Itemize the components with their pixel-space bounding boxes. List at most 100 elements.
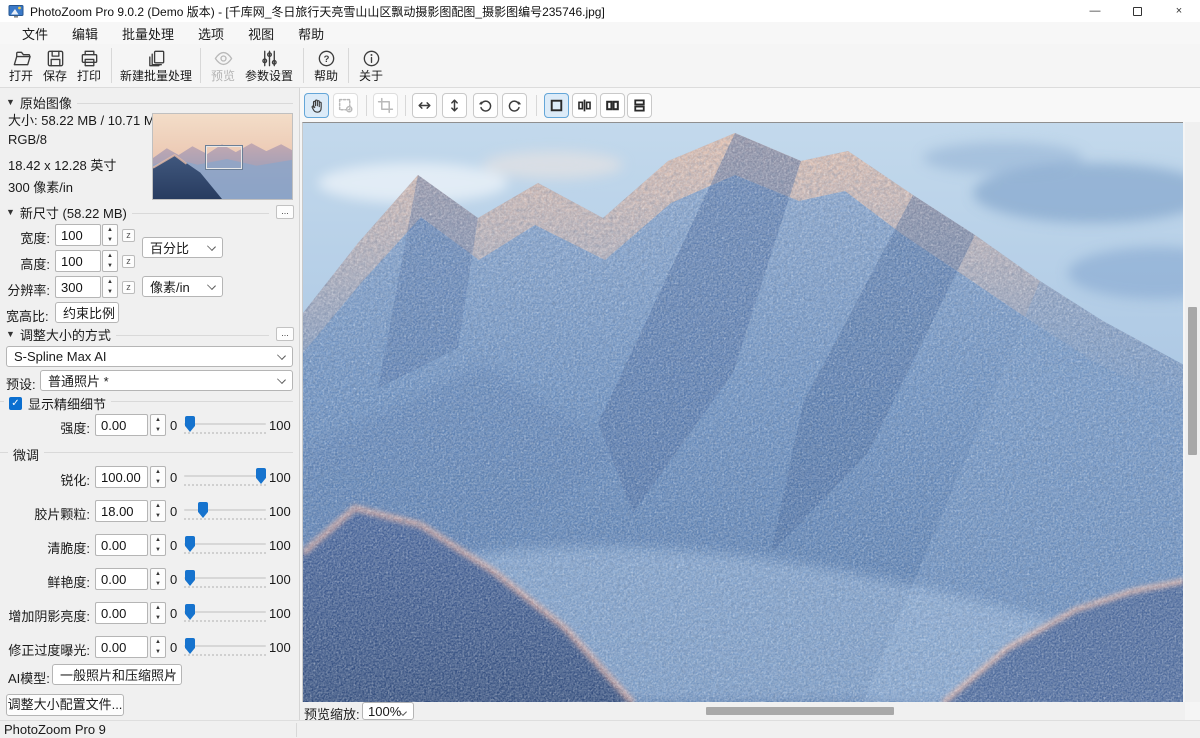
vividness-spinner[interactable]: ▲▼ — [150, 568, 166, 590]
settings-button[interactable]: 参数设置 — [240, 44, 298, 87]
print-button[interactable]: 打印 — [72, 44, 106, 87]
strength-input[interactable] — [95, 414, 148, 436]
overexposure-slider[interactable] — [184, 636, 266, 658]
sharpness-slider[interactable] — [184, 466, 266, 488]
menu-options[interactable]: 选项 — [186, 22, 236, 45]
menu-view[interactable]: 视图 — [236, 22, 286, 45]
new-batch-button[interactable]: 新建批量处理 — [117, 44, 195, 87]
statusbar: PhotoZoom Pro 9 — [0, 720, 1200, 738]
crispness-slider[interactable] — [184, 534, 266, 556]
height-spinner[interactable]: ▲▼ — [102, 250, 118, 272]
original-size: 大小: 58.22 MB / 10.71 MB — [8, 110, 163, 129]
slider-thumb[interactable] — [185, 638, 195, 654]
rotate-cw-button[interactable] — [502, 93, 527, 118]
ai-model-select[interactable]: 一般照片和压缩照片 — [52, 664, 182, 685]
rotate-ccw-button[interactable] — [473, 93, 498, 118]
height-reset-button[interactable]: z — [122, 255, 135, 268]
original-section-header[interactable]: ▼ 原始图像 — [6, 94, 293, 110]
crispness-spinner[interactable]: ▲▼ — [150, 534, 166, 556]
help-button[interactable]: ? 帮助 — [309, 44, 343, 87]
width-input[interactable] — [55, 224, 101, 246]
film-grain-slider[interactable] — [184, 500, 266, 522]
overexposure-row: 修正过度曝光: ▲▼ 0 100 — [0, 636, 300, 658]
sliders-icon — [259, 48, 280, 69]
flip-horizontal-icon — [416, 97, 433, 114]
flip-vertical-button[interactable] — [442, 93, 467, 118]
toolbar-separator — [200, 48, 201, 83]
vividness-slider[interactable] — [184, 568, 266, 590]
maximize-button[interactable] — [1116, 0, 1158, 22]
new-size-more-button[interactable]: ... — [276, 205, 294, 219]
shadow-brightness-input[interactable] — [95, 602, 148, 624]
film-grain-spinner[interactable]: ▲▼ — [150, 500, 166, 522]
slider-thumb[interactable] — [185, 570, 195, 586]
menu-help[interactable]: 帮助 — [286, 22, 336, 45]
strength-label: 强度: — [0, 418, 90, 437]
menu-batch[interactable]: 批量处理 — [110, 22, 186, 45]
sharpness-spinner[interactable]: ▲▼ — [150, 466, 166, 488]
crispness-input[interactable] — [95, 534, 148, 556]
minimize-button[interactable]: — — [1074, 0, 1116, 22]
resolution-spinner[interactable]: ▲▼ — [102, 276, 118, 298]
film-grain-row: 胶片颗粒: ▲▼ 0 100 — [0, 500, 300, 522]
slider-thumb[interactable] — [198, 502, 208, 518]
sharpness-input[interactable] — [95, 466, 148, 488]
view-stacked-button[interactable] — [627, 93, 652, 118]
slider-thumb[interactable] — [185, 416, 195, 432]
shadow-brightness-slider[interactable] — [184, 602, 266, 624]
film-grain-input[interactable] — [95, 500, 148, 522]
view-split-button[interactable] — [572, 93, 597, 118]
rotate-ccw-icon — [477, 97, 494, 114]
preview-button: 预览 — [206, 44, 240, 87]
slider-thumb[interactable] — [185, 604, 195, 620]
size-unit-select[interactable]: 百分比 — [142, 237, 223, 258]
view-side-by-side-button[interactable] — [600, 93, 625, 118]
slider-thumb[interactable] — [185, 536, 195, 552]
preset-select[interactable]: 普通照片 * — [40, 370, 293, 391]
method-section-header[interactable]: ▼ 调整大小的方式 — [6, 326, 269, 342]
resolution-unit-select[interactable]: 像素/in — [142, 276, 223, 297]
slider-thumb[interactable] — [256, 468, 266, 484]
method-more-button[interactable]: ... — [276, 327, 294, 341]
preview-zoom-select[interactable]: 100% — [362, 702, 414, 720]
view-single-button[interactable] — [544, 93, 569, 118]
preview-image[interactable] — [302, 122, 1183, 702]
preview-toolbar — [300, 88, 1200, 122]
svg-text:?: ? — [323, 54, 329, 65]
crispness-row: 清脆度: ▲▼ 0 100 — [0, 534, 300, 556]
overexposure-spinner[interactable]: ▲▼ — [150, 636, 166, 658]
aspect-select[interactable]: 约束比例 — [55, 302, 119, 323]
flip-horizontal-button[interactable] — [412, 93, 437, 118]
vividness-input[interactable] — [95, 568, 148, 590]
resolution-reset-button[interactable]: z — [122, 281, 135, 294]
open-folder-icon — [11, 48, 32, 69]
preset-label: 预设: — [6, 374, 36, 393]
preview-bottom-bar: 预览缩放: 100% — [300, 702, 1185, 720]
new-size-section-header[interactable]: ▼ 新尺寸 (58.22 MB) — [6, 204, 269, 220]
shadow-brightness-spinner[interactable]: ▲▼ — [150, 602, 166, 624]
save-button[interactable]: 保存 — [38, 44, 72, 87]
collapse-triangle-icon: ▼ — [6, 207, 15, 217]
vertical-scrollbar[interactable] — [1185, 122, 1200, 702]
resolution-input[interactable] — [55, 276, 101, 298]
menu-file[interactable]: 文件 — [10, 22, 60, 45]
fine-detail-checkbox[interactable]: ✓ — [9, 397, 22, 410]
menubar: 文件 编辑 批量处理 选项 视图 帮助 — [0, 22, 1200, 44]
overexposure-input[interactable] — [95, 636, 148, 658]
about-button[interactable]: 关于 — [354, 44, 388, 87]
hand-tool-button[interactable] — [304, 93, 329, 118]
algorithm-select[interactable]: S-Spline Max AI — [6, 346, 293, 367]
strength-spinner[interactable]: ▲▼ — [150, 414, 166, 436]
height-input[interactable] — [55, 250, 101, 272]
resize-profiles-button[interactable]: 调整大小配置文件... — [6, 694, 124, 716]
menu-edit[interactable]: 编辑 — [60, 22, 110, 45]
strength-slider[interactable] — [184, 414, 266, 436]
horizontal-scrollbar-thumb[interactable] — [706, 707, 894, 715]
vertical-scrollbar-thumb[interactable] — [1188, 307, 1197, 455]
navigator-thumbnail[interactable] — [152, 113, 293, 200]
width-reset-button[interactable]: z — [122, 229, 135, 242]
close-button[interactable]: × — [1158, 0, 1200, 22]
width-spinner[interactable]: ▲▼ — [102, 224, 118, 246]
open-button[interactable]: 打开 — [4, 44, 38, 87]
navigator-selection-rect[interactable] — [206, 146, 242, 169]
